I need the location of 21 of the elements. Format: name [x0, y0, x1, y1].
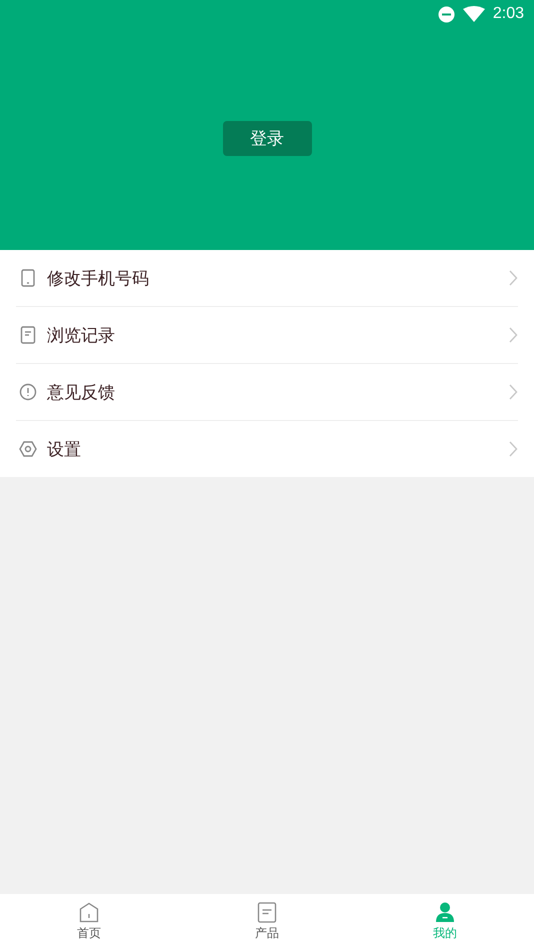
menu-item[interactable]: 修改手机号码: [47, 266, 498, 290]
tab[interactable]: 产品: [178, 894, 356, 949]
login-button[interactable]: 登录: [222, 121, 312, 156]
chevron-right-icon: [508, 384, 518, 400]
alert-icon: [19, 383, 37, 401]
home-icon: [79, 902, 99, 922]
status-time: 2:03: [492, 5, 524, 23]
chevron-right-icon: [508, 441, 518, 457]
menu-item[interactable]: 设置: [47, 438, 498, 460]
do-not-disturb-icon: [438, 6, 455, 22]
document-icon: [19, 326, 37, 344]
wifi-icon: [462, 6, 485, 22]
tab[interactable]: 首页: [0, 894, 178, 949]
menu-item[interactable]: 意见反馈: [47, 380, 498, 404]
person-icon: [435, 902, 455, 922]
chevron-right-icon: [508, 327, 518, 343]
settings-icon: [19, 440, 37, 458]
menu-item[interactable]: 浏览记录: [47, 324, 498, 346]
phone-icon: [19, 269, 37, 287]
document-icon: [257, 902, 277, 922]
chevron-right-icon: [508, 270, 518, 286]
